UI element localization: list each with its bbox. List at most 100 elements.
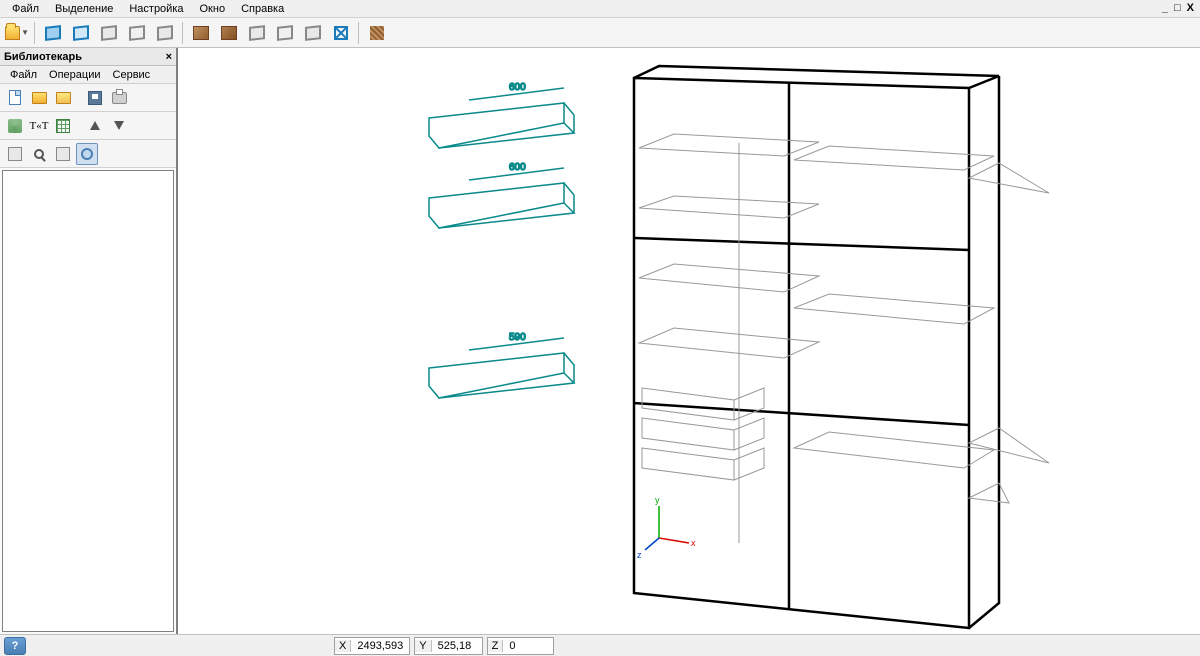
open-folder2-button[interactable] [52, 87, 74, 109]
statusbar: ? X 2493,593 Y 525,18 Z 0 [0, 634, 1200, 656]
restore-button[interactable]: □ [1174, 2, 1181, 14]
window-controls: _ □ X [1162, 2, 1194, 14]
panel-list[interactable] [2, 170, 174, 632]
open-folder-button[interactable]: ▼ [4, 21, 30, 45]
3d-viewport[interactable]: x y z 600 600 [178, 48, 1200, 634]
coord-z-value[interactable]: 0 [503, 640, 553, 652]
move-down-button[interactable] [108, 115, 130, 137]
svg-text:590: 590 [509, 332, 526, 343]
coord-x-label: X [335, 640, 351, 652]
wand-button[interactable] [4, 115, 26, 137]
folder-icon [5, 26, 20, 40]
cube-icon [73, 25, 89, 41]
shape-icon [305, 25, 321, 41]
coord-y-box: Y 525,18 [414, 637, 482, 655]
panel-menu-operations[interactable]: Операции [43, 68, 106, 82]
menu-window[interactable]: Окно [192, 1, 234, 17]
panel-toolbar-3 [0, 140, 176, 168]
main-menubar: Файл Выделение Настройка Окно Справка _ … [0, 0, 1200, 18]
new-doc-button[interactable] [4, 87, 26, 109]
tool-icon [56, 147, 70, 161]
wand-icon [8, 119, 22, 133]
stairs-button[interactable] [364, 21, 390, 45]
librarian-panel: Библиотекарь × Файл Операции Сервис T«T [0, 48, 178, 634]
material-2-button[interactable] [216, 21, 242, 45]
print-icon [112, 92, 127, 104]
save-icon [88, 91, 102, 105]
tool-icon [8, 147, 22, 161]
model-canvas: x y z 600 600 [178, 48, 1200, 634]
coord-x-box: X 2493,593 [334, 637, 410, 655]
text-icon: T«T [30, 120, 49, 132]
separator [34, 22, 36, 44]
svg-text:x: x [691, 538, 696, 548]
panel-title: Библиотекарь [4, 51, 82, 63]
close-button[interactable]: X [1187, 2, 1194, 14]
coord-y-value[interactable]: 525,18 [432, 640, 482, 652]
view-cube-5-button[interactable] [152, 21, 178, 45]
box3d-icon [193, 26, 209, 40]
separator [358, 22, 360, 44]
shape-1-button[interactable] [244, 21, 270, 45]
box3d-icon [221, 26, 237, 40]
menu-settings[interactable]: Настройка [121, 1, 191, 17]
shape-icon [277, 25, 293, 41]
minimize-button[interactable]: _ [1162, 2, 1168, 14]
view-mode-button[interactable] [76, 143, 98, 165]
svg-text:y: y [655, 495, 660, 505]
panel-toolbar-1 [0, 84, 176, 112]
view-cube-4-button[interactable] [124, 21, 150, 45]
menu-help[interactable]: Справка [233, 1, 292, 17]
svg-text:600: 600 [509, 82, 526, 93]
circle-icon [81, 148, 93, 160]
arrow-down-icon [114, 121, 124, 130]
shape-icon [249, 25, 265, 41]
coord-z-box: Z 0 [487, 637, 555, 655]
help-button[interactable]: ? [4, 637, 26, 655]
menu-file[interactable]: Файл [4, 1, 47, 17]
panel-toolbar-2: T«T [0, 112, 176, 140]
grid-button[interactable] [52, 115, 74, 137]
panel-header: Библиотекарь × [0, 48, 176, 66]
text-button[interactable]: T«T [28, 115, 50, 137]
cube-icon [101, 25, 117, 41]
search-icon [34, 149, 44, 159]
svg-text:z: z [637, 550, 642, 560]
tool-a-button[interactable] [4, 143, 26, 165]
document-icon [9, 90, 21, 105]
panel-close-button[interactable]: × [166, 51, 172, 63]
panel-menu-file[interactable]: Файл [4, 68, 43, 82]
search-button[interactable] [28, 143, 50, 165]
move-up-button[interactable] [84, 115, 106, 137]
menu-selection[interactable]: Выделение [47, 1, 121, 17]
shape-3-button[interactable] [300, 21, 326, 45]
arrow-up-icon [90, 121, 100, 130]
stairs-icon [370, 26, 384, 40]
cube-icon [45, 25, 61, 41]
view-cube-1-button[interactable] [40, 21, 66, 45]
folder-open-icon [56, 92, 71, 104]
svg-text:600: 600 [509, 162, 526, 173]
main-area: Библиотекарь × Файл Операции Сервис T«T [0, 48, 1200, 634]
coord-z-label: Z [488, 640, 504, 652]
view-cube-3-button[interactable] [96, 21, 122, 45]
tool-c-button[interactable] [52, 143, 74, 165]
selection-box-button[interactable] [328, 21, 354, 45]
open-folder-button[interactable] [28, 87, 50, 109]
cube-icon [157, 25, 173, 41]
select-box-icon [334, 26, 348, 40]
folder-icon [32, 92, 47, 104]
material-1-button[interactable] [188, 21, 214, 45]
coord-x-value[interactable]: 2493,593 [351, 640, 409, 652]
panel-menubar: Файл Операции Сервис [0, 66, 176, 84]
main-toolbar: ▼ [0, 18, 1200, 48]
cube-icon [129, 25, 145, 41]
coord-y-label: Y [415, 640, 431, 652]
view-cube-2-button[interactable] [68, 21, 94, 45]
grid-icon [56, 119, 70, 133]
print-button[interactable] [108, 87, 130, 109]
save-button[interactable] [84, 87, 106, 109]
panel-menu-service[interactable]: Сервис [107, 68, 157, 82]
shape-2-button[interactable] [272, 21, 298, 45]
separator [182, 22, 184, 44]
